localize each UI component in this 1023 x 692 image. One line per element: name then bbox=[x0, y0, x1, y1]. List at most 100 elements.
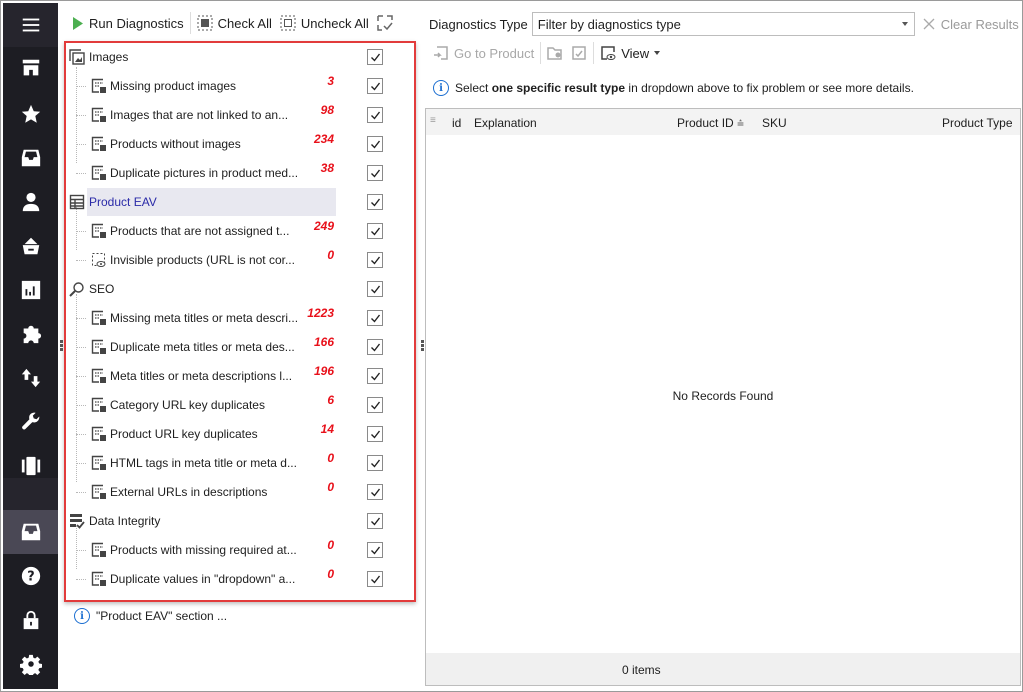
tree-item[interactable]: Duplicate meta titles or meta des... 166 bbox=[66, 333, 414, 362]
duplicate-image-icon bbox=[91, 165, 107, 181]
invert-selection-button[interactable] bbox=[373, 12, 397, 34]
tree-item[interactable]: Missing meta titles or meta descri... 122… bbox=[66, 304, 414, 333]
issue-count: 1223 bbox=[307, 306, 334, 320]
tree-item-checkbox[interactable] bbox=[367, 542, 383, 558]
tree-item-checkbox[interactable] bbox=[367, 281, 383, 297]
issue-count: 14 bbox=[320, 422, 334, 436]
long-meta-icon bbox=[91, 368, 107, 384]
issue-count: 249 bbox=[313, 219, 334, 233]
column-explanation[interactable]: Explanation bbox=[474, 116, 537, 130]
tree-category[interactable]: Data Integrity bbox=[66, 507, 414, 536]
column-sku[interactable]: SKU bbox=[762, 116, 787, 130]
invert-check-icon bbox=[377, 15, 393, 31]
sidebar-item-help[interactable]: ? bbox=[3, 554, 58, 598]
check-all-button[interactable]: Check All bbox=[193, 12, 276, 34]
tree-item[interactable]: Products with missing required at... 0 bbox=[66, 536, 414, 565]
view-menu-button[interactable]: View bbox=[596, 42, 664, 64]
tree-item-checkbox[interactable] bbox=[367, 426, 383, 442]
sidebar-splitter[interactable] bbox=[60, 340, 63, 352]
sidebar-item-menu[interactable] bbox=[3, 3, 58, 47]
sidebar-item-star[interactable] bbox=[3, 92, 58, 136]
tree-item-checkbox[interactable] bbox=[367, 194, 383, 210]
go-to-product-icon bbox=[434, 46, 448, 60]
check-icon bbox=[370, 169, 380, 178]
tree-item[interactable]: External URLs in descriptions 0 bbox=[66, 478, 414, 507]
tree-item-checkbox[interactable] bbox=[367, 136, 383, 152]
tree-item-checkbox[interactable] bbox=[367, 49, 383, 65]
tag-button[interactable] bbox=[543, 42, 567, 64]
column-product-type[interactable]: Product Type bbox=[942, 116, 1013, 130]
tree-item[interactable]: Duplicate pictures in product med... 38 bbox=[66, 159, 414, 188]
puzzle-icon bbox=[23, 325, 41, 344]
tree-category[interactable]: Images bbox=[66, 43, 414, 72]
tree-item-checkbox[interactable] bbox=[367, 165, 383, 181]
tree-item[interactable]: Images that are not linked to an... 98 bbox=[66, 101, 414, 130]
tree-item-checkbox[interactable] bbox=[367, 455, 383, 471]
sidebar-item-inbox[interactable] bbox=[3, 136, 58, 180]
empty-state: No Records Found bbox=[672, 389, 774, 403]
tree-item[interactable]: Duplicate values in "dropdown" a... 0 bbox=[66, 565, 414, 594]
sidebar-item-import-export[interactable] bbox=[3, 356, 58, 400]
tree-item[interactable]: Products that are not assigned t... 249 bbox=[66, 217, 414, 246]
issue-count: 166 bbox=[313, 335, 334, 349]
tree-item-checkbox[interactable] bbox=[367, 484, 383, 500]
tree-item-checkbox[interactable] bbox=[367, 223, 383, 239]
run-diagnostics-button[interactable]: Run Diagnostics bbox=[68, 12, 188, 34]
user-icon bbox=[22, 192, 39, 212]
tree-item-checkbox[interactable] bbox=[367, 513, 383, 529]
check-icon bbox=[370, 140, 380, 149]
check-icon bbox=[370, 517, 380, 526]
panel-splitter[interactable] bbox=[421, 340, 424, 352]
tree-item[interactable]: Invisible products (URL is not cor... 0 bbox=[66, 246, 414, 275]
column-chooser-icon[interactable]: ≡ bbox=[430, 115, 436, 126]
check-icon bbox=[370, 401, 380, 410]
sidebar-item-gear[interactable] bbox=[3, 642, 58, 686]
sort-ascending-icon: ⩮ bbox=[737, 116, 745, 130]
column-product-id[interactable]: Product ID bbox=[677, 116, 734, 130]
tree-item-checkbox[interactable] bbox=[367, 310, 383, 326]
diagnostics-type-select[interactable]: Filter by diagnostics type bbox=[531, 12, 915, 36]
check-icon bbox=[370, 343, 380, 352]
sidebar-item-store[interactable] bbox=[3, 46, 58, 90]
tree-item-checkbox[interactable] bbox=[367, 571, 383, 587]
tree-category[interactable]: Product EAV bbox=[66, 188, 414, 217]
tree-item-checkbox[interactable] bbox=[367, 397, 383, 413]
tree-item-label: Product URL key duplicates bbox=[110, 427, 258, 441]
tree-item[interactable]: Missing product images 3 bbox=[66, 72, 414, 101]
tree-item[interactable]: Products without images 234 bbox=[66, 130, 414, 159]
go-to-product-button[interactable]: Go to Product bbox=[429, 42, 538, 64]
sidebar-item-diagnostics-inbox[interactable] bbox=[3, 510, 58, 554]
sidebar-item-puzzle[interactable] bbox=[3, 312, 58, 356]
sidebar-item-chart[interactable] bbox=[3, 268, 58, 312]
tree-connector bbox=[76, 260, 86, 261]
tree-item-label: External URLs in descriptions bbox=[110, 485, 268, 499]
tree-item-checkbox[interactable] bbox=[367, 107, 383, 123]
tree-item-checkbox[interactable] bbox=[367, 78, 383, 94]
issue-count: 0 bbox=[327, 451, 334, 465]
sidebar-item-basket[interactable] bbox=[3, 224, 58, 268]
tree-item-checkbox[interactable] bbox=[367, 339, 383, 355]
tree-item[interactable]: HTML tags in meta title or meta d... 0 bbox=[66, 449, 414, 478]
basket-icon bbox=[22, 237, 39, 255]
tree-item-checkbox[interactable] bbox=[367, 368, 383, 384]
duplicate-dropdown-icon bbox=[91, 571, 107, 587]
diagnostics-inbox-icon bbox=[21, 523, 40, 541]
tree-item-checkbox[interactable] bbox=[367, 252, 383, 268]
toolbar-separator bbox=[593, 42, 595, 64]
check-icon bbox=[370, 372, 380, 381]
tree-item[interactable]: Category URL key duplicates 6 bbox=[66, 391, 414, 420]
sidebar-item-wrench[interactable] bbox=[3, 400, 58, 444]
view-icon bbox=[601, 46, 616, 60]
results-panel: Diagnostics Type Filter by diagnostics t… bbox=[425, 0, 1023, 692]
uncheck-all-button[interactable]: Uncheck All bbox=[276, 12, 373, 34]
tree-item[interactable]: Product URL key duplicates 14 bbox=[66, 420, 414, 449]
tree-connector bbox=[76, 318, 86, 319]
clear-results-button[interactable]: Clear Results bbox=[923, 17, 1019, 32]
sidebar-item-lock[interactable] bbox=[3, 598, 58, 642]
tree-category[interactable]: SEO bbox=[66, 275, 414, 304]
category-url-duplicate-icon bbox=[91, 397, 107, 413]
sidebar-item-user[interactable] bbox=[3, 180, 58, 224]
mark-fixed-button[interactable] bbox=[567, 42, 591, 64]
column-id[interactable]: id bbox=[452, 116, 461, 130]
tree-item[interactable]: Meta titles or meta descriptions l... 196 bbox=[66, 362, 414, 391]
